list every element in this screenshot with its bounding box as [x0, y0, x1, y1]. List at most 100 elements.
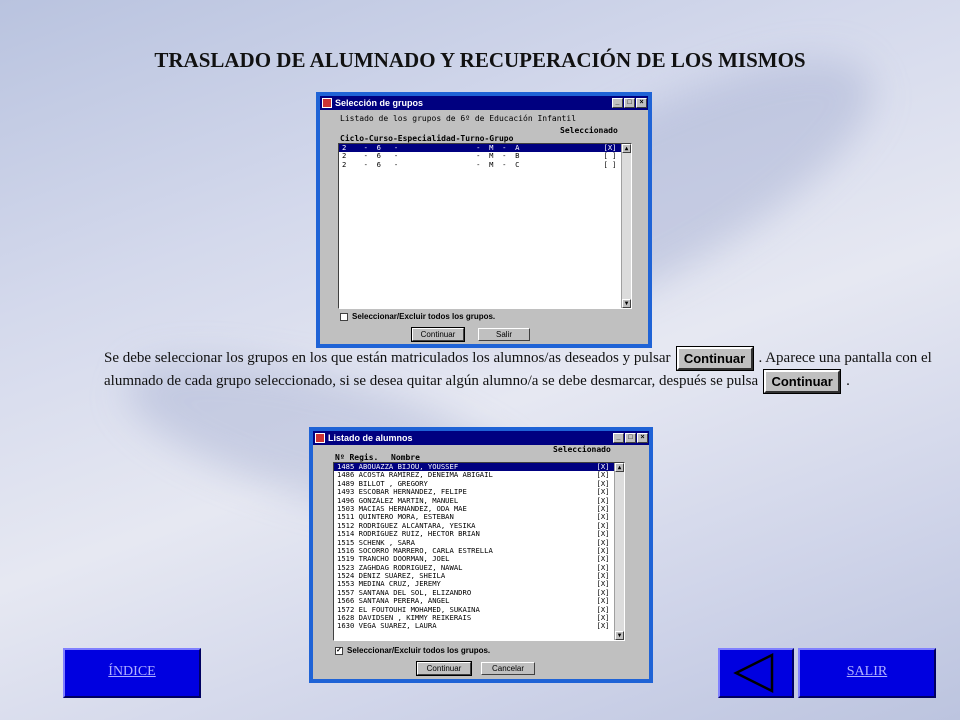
- students-col-name: Nombre: [391, 453, 420, 462]
- groups-select-all[interactable]: Seleccionar/Excluir todos los grupos.: [340, 312, 495, 321]
- list-item[interactable]: 1512 RODRÍGUEZ ALCÁNTARA, YESIKA [X]: [334, 521, 614, 530]
- students-window-title: Listado de alumnos: [328, 433, 413, 443]
- list-item-text: 1524 DÉNIZ SUÁREZ, SHEILA: [337, 572, 446, 581]
- groups-window-screenshot: Selección de grupos _ □ × Listado de los…: [316, 92, 652, 348]
- list-item[interactable]: 1511 QUINTERO MORA, ESTEBAN [X]: [334, 512, 614, 522]
- instructions-part1: Se debe seleccionar los grupos en los qu…: [104, 349, 671, 366]
- select-all-checkbox[interactable]: [340, 312, 348, 321]
- students-listbox[interactable]: 1485 ABOUAZZA BIJOU, YOUSSEF [X] 1486 ACOS…: [333, 462, 625, 641]
- continue-button[interactable]: Continuar: [411, 327, 465, 342]
- continue-button-image: Continuar: [763, 369, 842, 394]
- continue-button-image: Continuar: [675, 346, 754, 371]
- list-item[interactable]: 1493 ESCOBAR HERNÁNDEZ, FELIPE [X]: [334, 487, 614, 497]
- exit-nav-button[interactable]: SALIR: [798, 648, 936, 698]
- groups-scrollbar[interactable]: ▲ ▼: [621, 144, 631, 308]
- groups-rows: 2 - 6 - - M - A [X] 2 - 6 - - M - B[ ] 2 - …: [339, 144, 621, 169]
- list-item[interactable]: 1516 SOCORRO MARRERO, CARLA ESTRELLA [X]: [334, 546, 614, 555]
- list-item-mark[interactable]: [ ]: [599, 160, 621, 169]
- scroll-up-icon[interactable]: ▲: [615, 463, 624, 472]
- cancel-button[interactable]: Cancelar: [481, 662, 535, 675]
- scroll-up-icon[interactable]: ▲: [622, 144, 631, 153]
- list-item-text: 1630 VEGA SUAREZ, LAURA: [337, 622, 437, 631]
- scroll-down-icon[interactable]: ▼: [622, 299, 631, 308]
- minimize-icon[interactable]: _: [613, 433, 624, 443]
- exit-button[interactable]: Salir: [478, 328, 530, 341]
- app-icon: [322, 98, 332, 108]
- list-item-text: 1485 ABOUAZZA BIJOU, YOUSSEF: [337, 463, 459, 471]
- minimize-icon[interactable]: _: [612, 98, 623, 108]
- instructions-part3: .: [846, 372, 850, 389]
- instructions-paragraph: Se debe seleccionar los grupos en los qu…: [104, 346, 934, 394]
- students-rows: 1485 ABOUAZZA BIJOU, YOUSSEF [X] 1486 ACOS…: [334, 463, 614, 631]
- app-icon: [315, 433, 325, 443]
- list-item[interactable]: 1503 MACÍAS HERNÁNDEZ, ODA MAE [X]: [334, 504, 614, 513]
- list-item-text: 1628 DAVIDSEN , KIMMY REIKERAIS: [337, 614, 472, 623]
- groups-column-header: Ciclo-Curso-Especialidad-Turno-Grupo: [340, 134, 514, 143]
- list-item[interactable]: 1523 ZAGHDAG RODRIGUEZ, NAWAL [X]: [334, 563, 614, 572]
- continue-button[interactable]: Continuar: [416, 661, 472, 676]
- list-item[interactable]: 1566 SANTANA PERERA, ÁNGEL [X]: [334, 596, 614, 606]
- list-item[interactable]: 1553 MEDINA CRUZ, JEREMY [X]: [334, 580, 614, 589]
- list-item[interactable]: 2 - 6 - - M - B[ ]: [339, 151, 621, 161]
- list-item[interactable]: 1496 GONZÁLEZ MARTÍN, MANUEL [X]: [334, 496, 614, 505]
- groups-selected-header: Seleccionado: [560, 126, 618, 135]
- list-item[interactable]: 1486 ACOSTA RAMÍREZ, DENEIMA ABIGAIL [X]: [334, 470, 614, 480]
- list-item[interactable]: 2 - 6 - - M - A [X]: [339, 144, 621, 153]
- groups-window: Selección de grupos _ □ × Listado de los…: [320, 96, 648, 344]
- list-item[interactable]: 1557 SANTANA DEL SOL, ELIZANDRO [X]: [334, 588, 614, 597]
- list-item[interactable]: 1628 DAVIDSEN , KIMMY REIKERAIS [X]: [334, 613, 614, 623]
- list-item[interactable]: 1485 ABOUAZZA BIJOU, YOUSSEF [X]: [334, 463, 614, 472]
- list-item-text: 1519 TRANCHO DOORMAN, JOEL: [337, 555, 450, 564]
- close-icon[interactable]: ×: [637, 433, 648, 443]
- students-selected-header: Seleccionado: [553, 445, 611, 454]
- list-item-text: 2 - 6 - - M - C: [342, 160, 520, 169]
- select-all-label: Seleccionar/Excluir todos los grupos.: [347, 646, 491, 655]
- list-item-text: 1489 BILLOT , GREGORY: [337, 479, 428, 488]
- list-item-text: 1503 MACÍAS HERNÁNDEZ, ODA MAE: [337, 504, 467, 513]
- close-icon[interactable]: ×: [636, 98, 647, 108]
- list-item-text: 1512 RODRÍGUEZ ALCÁNTARA, YESIKA: [337, 521, 476, 530]
- list-item[interactable]: 1572 EL FOUTOUHI MOHAMED, SUKAINA [X]: [334, 605, 614, 614]
- students-window-screenshot: Listado de alumnos _ □ × Seleccionado Nº…: [309, 427, 653, 683]
- list-item-text: 2 - 6 - - M - A: [342, 144, 520, 152]
- page-title: TRASLADO DE ALUMNADO Y RECUPERACIÓN DE L…: [154, 48, 806, 72]
- list-item-text: 1516 SOCORRO MARRERO, CARLA ESTRELLA: [337, 546, 493, 555]
- list-item-text: 1572 EL FOUTOUHI MOHAMED, SUKAINA: [337, 605, 480, 614]
- back-button[interactable]: [718, 648, 794, 698]
- maximize-icon[interactable]: □: [624, 98, 635, 108]
- list-item[interactable]: 1630 VEGA SUAREZ, LAURA [X]: [334, 622, 614, 631]
- maximize-icon[interactable]: □: [625, 433, 636, 443]
- list-item-text: 2 - 6 - - M - B: [342, 152, 520, 161]
- list-item[interactable]: 1519 TRANCHO DOORMAN, JOEL [X]: [334, 554, 614, 564]
- groups-window-title: Selección de grupos: [335, 98, 424, 108]
- left-triangle-icon: [733, 652, 774, 694]
- list-item-text: 1553 MEDINA CRUZ, JEREMY: [337, 580, 441, 589]
- list-item-text: 1557 SANTANA DEL SOL, ELIZANDRO: [337, 588, 472, 597]
- list-item[interactable]: 1515 SCHENK , SARA [X]: [334, 538, 614, 547]
- groups-listbox[interactable]: 2 - 6 - - M - A [X] 2 - 6 - - M - B[ ] 2 - …: [338, 143, 632, 309]
- list-item-text: 1515 SCHENK , SARA: [337, 538, 415, 547]
- list-item-text: 1496 GONZÁLEZ MARTÍN, MANUEL: [337, 496, 459, 505]
- list-item-text: 1566 SANTANA PERERA, ÁNGEL: [337, 597, 450, 606]
- scroll-down-icon[interactable]: ▼: [615, 631, 624, 640]
- select-all-checkbox[interactable]: ✓: [335, 646, 343, 655]
- groups-subtitle: Listado de los grupos de 6º de Educación…: [340, 114, 577, 123]
- students-window-titlebar: Listado de alumnos _ □ ×: [313, 431, 649, 445]
- list-item-text: 1486 ACOSTA RAMÍREZ, DENEIMA ABIGAIL: [337, 471, 493, 480]
- list-item-text: 1511 QUINTERO MORA, ESTEBAN: [337, 513, 454, 522]
- list-item-mark[interactable]: [X]: [592, 622, 614, 631]
- students-scrollbar[interactable]: ▲ ▼: [614, 463, 624, 640]
- index-button[interactable]: ÍNDICE: [63, 648, 201, 698]
- students-window: Listado de alumnos _ □ × Seleccionado Nº…: [313, 431, 649, 679]
- list-item[interactable]: 1489 BILLOT , GREGORY [X]: [334, 479, 614, 488]
- list-item[interactable]: 2 - 6 - - M - C [ ]: [339, 160, 621, 169]
- list-item[interactable]: 1514 RODRÍGUEZ RUÍZ, HECTOR BRIAN [X]: [334, 529, 614, 539]
- select-all-label: Seleccionar/Excluir todos los grupos.: [352, 312, 496, 321]
- list-item-text: 1514 RODRÍGUEZ RUÍZ, HECTOR BRIAN: [337, 530, 480, 539]
- students-col-regis: Nº Regis.: [335, 453, 379, 462]
- groups-window-titlebar: Selección de grupos _ □ ×: [320, 96, 648, 110]
- students-select-all[interactable]: ✓ Seleccionar/Excluir todos los grupos.: [335, 646, 490, 655]
- list-item-text: 1493 ESCOBAR HERNÁNDEZ, FELIPE: [337, 488, 467, 497]
- list-item-text: 1523 ZAGHDAG RODRIGUEZ, NAWAL: [337, 563, 463, 572]
- list-item[interactable]: 1524 DÉNIZ SUÁREZ, SHEILA [X]: [334, 571, 614, 581]
